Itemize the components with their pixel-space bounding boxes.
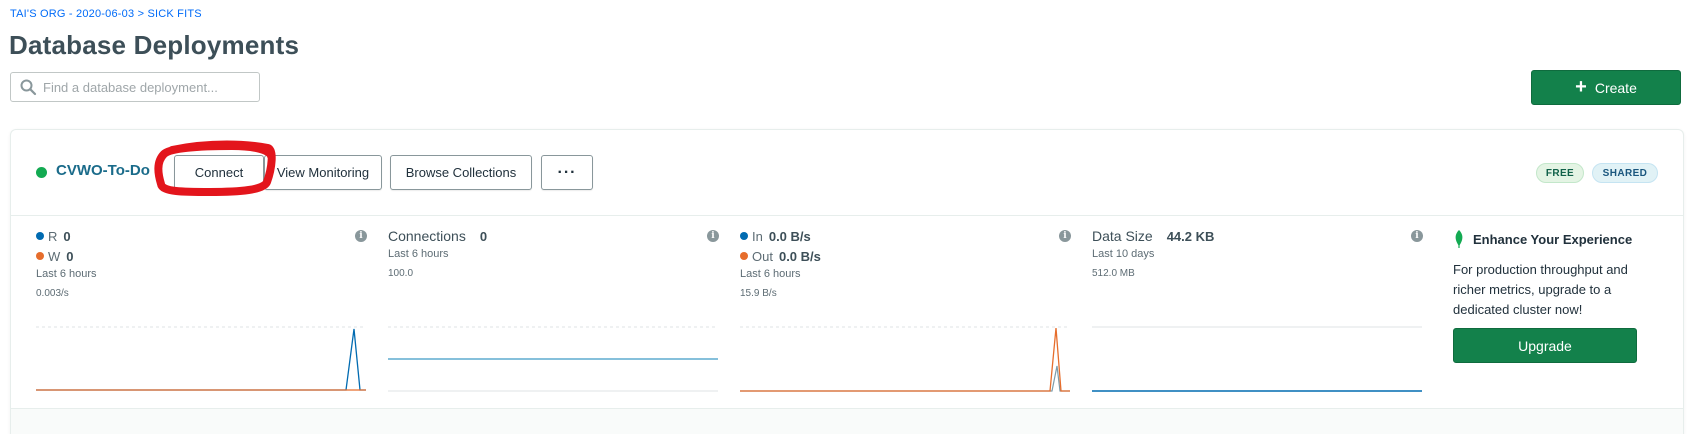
upgrade-button[interactable]: Upgrade (1453, 328, 1637, 363)
out-legend-dot (740, 252, 748, 260)
ops-write-row: W 0 (36, 246, 366, 266)
create-button-label: Create (1594, 79, 1637, 96)
in-legend-dot (740, 232, 748, 240)
cluster-name-link[interactable]: CVWO-To-Do (56, 162, 150, 179)
search-icon (20, 79, 37, 96)
cluster-card-footer (11, 408, 1683, 434)
network-in-value: 0.0 B/s (768, 228, 811, 244)
cluster-card-header: CVWO-To-Do Connect View Monitoring Brows… (11, 130, 1683, 216)
connections-period: Last 6 hours (388, 248, 449, 260)
info-icon[interactable]: i (707, 230, 719, 242)
cluster-card: CVWO-To-Do Connect View Monitoring Brows… (10, 129, 1684, 434)
ops-write-value: 0 (66, 248, 74, 264)
connections-scale: 100.0 (388, 268, 414, 279)
network-out-label: Out (752, 248, 773, 264)
ops-scale: 0.003/s (36, 288, 69, 299)
data-size-value: 44.2 KB (1166, 228, 1215, 244)
tier-badge: FREE (1536, 163, 1584, 183)
upsell-title: Enhance Your Experience (1453, 230, 1653, 248)
plus-icon: + (1575, 75, 1587, 98)
read-legend-dot (36, 232, 44, 240)
connections-row: Connections 0 (388, 226, 718, 246)
leaf-icon (1455, 230, 1463, 248)
status-indicator (36, 167, 47, 178)
network-metric[interactable]: In 0.0 B/s Out 0.0 B/s Last 6 hours 15.9… (740, 226, 1071, 426)
info-icon[interactable]: i (355, 230, 367, 242)
data-size-metric[interactable]: Data Size 44.2 KB Last 10 days 512.0 MB … (1092, 226, 1423, 426)
ops-sparkline (36, 326, 366, 391)
connections-sparkline (388, 326, 718, 392)
ops-write-label: W (48, 248, 61, 264)
data-size-label: Data Size (1092, 228, 1153, 244)
network-in-label: In (752, 228, 763, 244)
upsell-panel: Enhance Your Experience For production t… (1453, 226, 1653, 363)
more-options-button[interactable]: ··· (541, 155, 593, 190)
upsell-title-text: Enhance Your Experience (1473, 231, 1633, 247)
write-legend-dot (36, 252, 44, 260)
network-period: Last 6 hours (740, 268, 801, 280)
network-in-row: In 0.0 B/s (740, 226, 1070, 246)
connections-metric[interactable]: Connections 0 Last 6 hours 100.0 i (388, 226, 719, 426)
breadcrumb-project[interactable]: SICK FITS (147, 8, 201, 20)
network-out-row: Out 0.0 B/s (740, 246, 1070, 266)
search-field[interactable] (10, 72, 260, 102)
info-icon[interactable]: i (1411, 230, 1423, 242)
data-size-sparkline (1092, 326, 1422, 392)
data-size-scale: 512.0 MB (1092, 268, 1135, 279)
connect-button[interactable]: Connect (174, 155, 264, 190)
ops-read-value: 0 (63, 228, 71, 244)
ops-read-label: R (48, 228, 58, 244)
browse-collections-button[interactable]: Browse Collections (390, 155, 532, 190)
ops-metric[interactable]: R 0 W 0 Last 6 hours 0.003/s i (36, 226, 367, 426)
breadcrumb-separator: > (137, 8, 145, 20)
network-scale: 15.9 B/s (740, 288, 777, 299)
data-size-period: Last 10 days (1092, 248, 1155, 260)
network-out-value: 0.0 B/s (778, 248, 821, 264)
breadcrumb-org[interactable]: TAI'S ORG - 2020-06-03 (10, 8, 134, 20)
page-title: Database Deployments (9, 30, 300, 60)
type-badge: SHARED (1592, 163, 1658, 183)
breadcrumb[interactable]: TAI'S ORG - 2020-06-03 > SICK FITS (10, 8, 202, 20)
connections-label: Connections (388, 228, 466, 244)
ops-read-row: R 0 (36, 226, 366, 246)
ops-period: Last 6 hours (36, 268, 97, 280)
connections-value: 0 (479, 228, 488, 244)
view-monitoring-button[interactable]: View Monitoring (264, 155, 382, 190)
info-icon[interactable]: i (1059, 230, 1071, 242)
upsell-text: For production throughput and richer met… (1453, 262, 1628, 317)
network-sparkline (740, 326, 1070, 392)
search-input[interactable] (43, 79, 243, 95)
data-size-row: Data Size 44.2 KB (1092, 226, 1422, 246)
create-button[interactable]: + Create (1531, 70, 1681, 105)
